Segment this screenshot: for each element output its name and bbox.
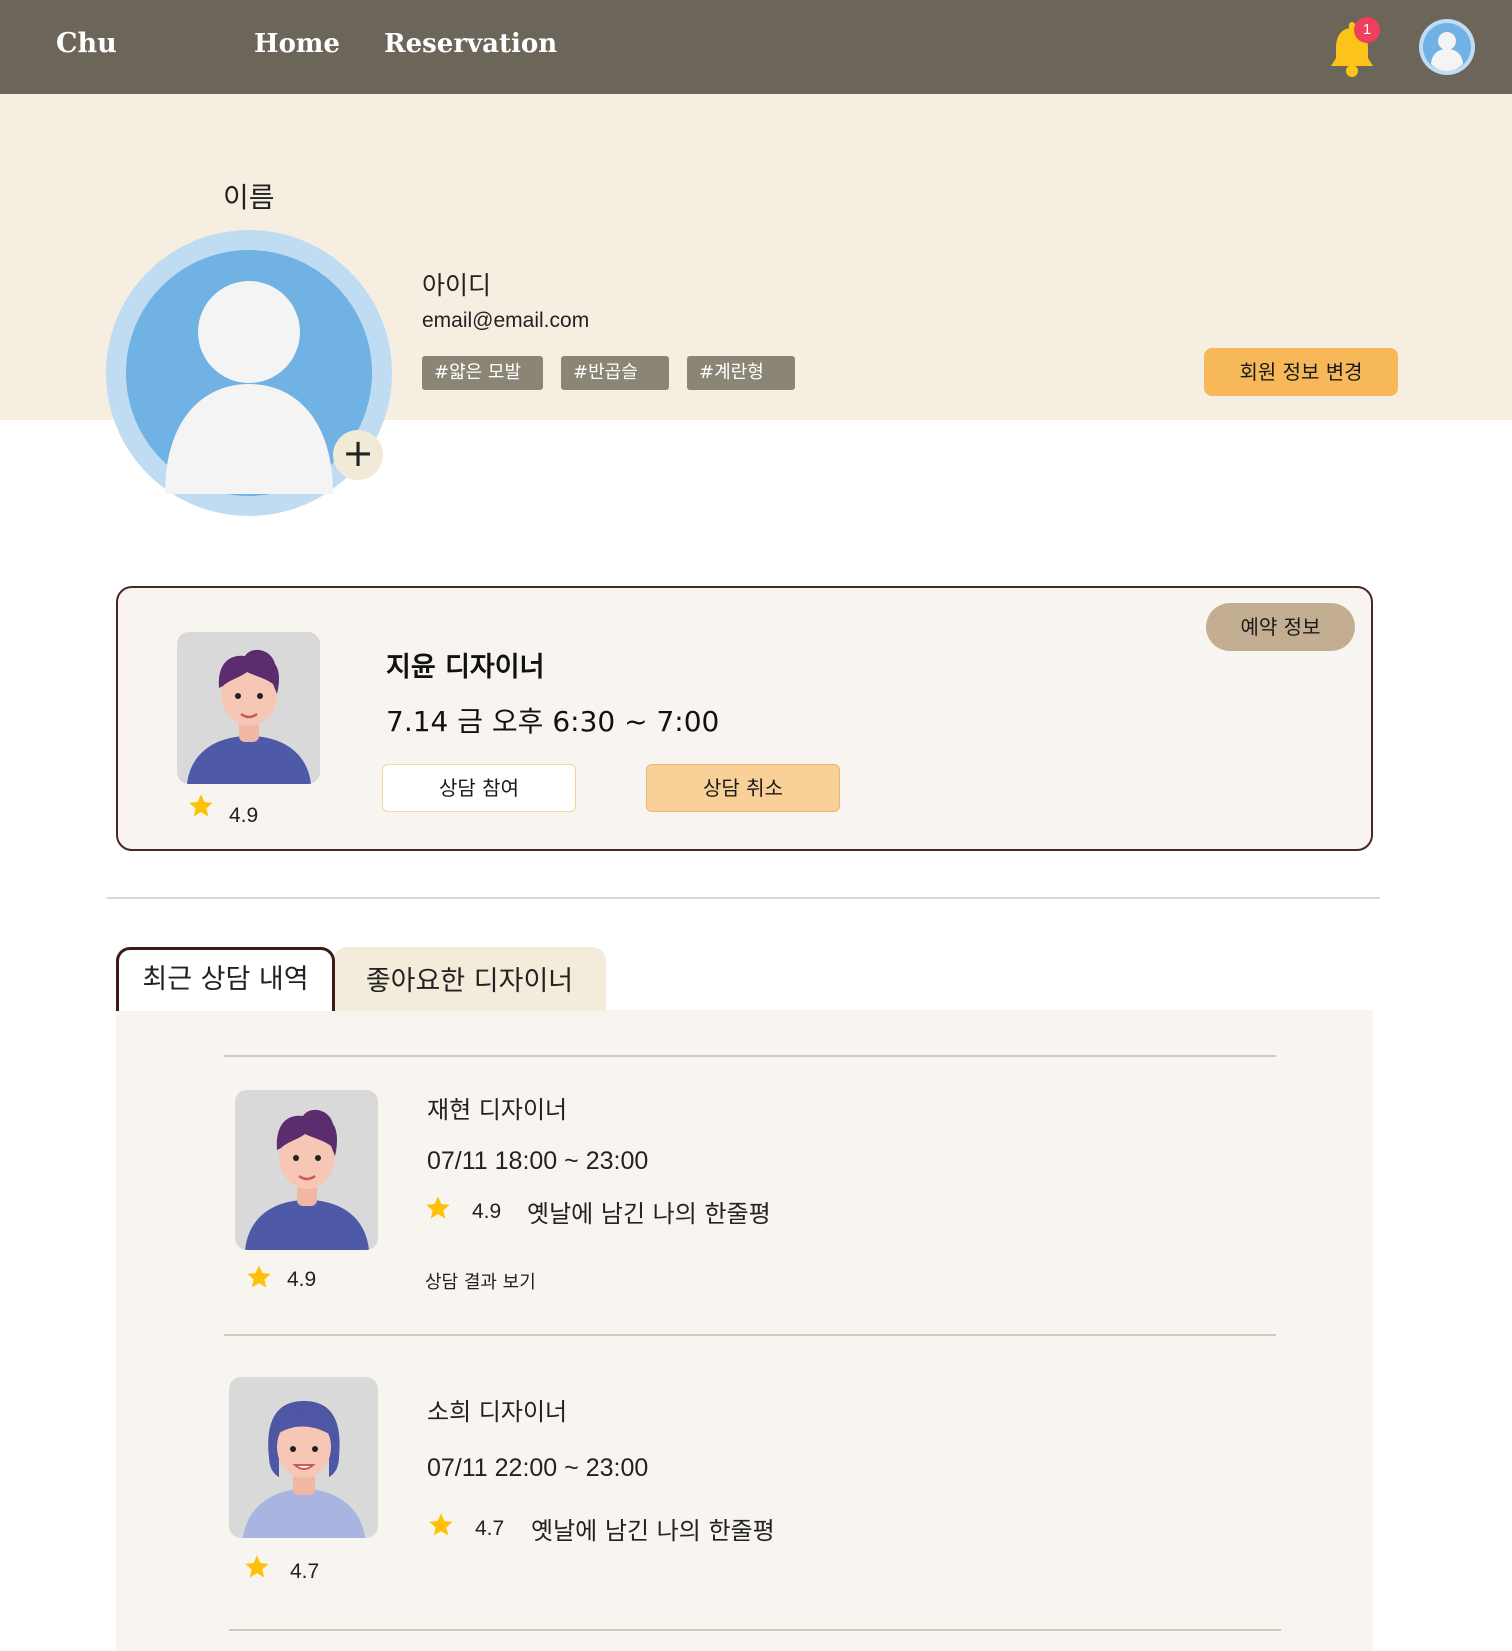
edit-profile-button[interactable]: 회원 정보 변경	[1204, 348, 1398, 396]
designer-rating: 4.7	[290, 1560, 320, 1583]
user-email: email@email.com	[422, 309, 590, 332]
tab-liked-designers[interactable]: 좋아요한 디자이너	[333, 947, 606, 1011]
top-navbar: Chu Home Reservation 1	[0, 0, 1512, 94]
hair-tag: #반곱슬	[561, 356, 669, 390]
designer-photo	[229, 1377, 378, 1538]
review-rating: 4.7	[475, 1517, 505, 1540]
brand-logo[interactable]: Chu	[56, 28, 117, 59]
history-designer-name: 소희 디자이너	[427, 1398, 568, 1426]
add-photo-button[interactable]: +	[333, 430, 383, 480]
reservation-time: 7.14 금 오후 6:30 ~ 7:00	[386, 705, 720, 738]
male-designer-avatar-icon	[187, 649, 311, 784]
face-tag: #계란형	[687, 356, 795, 390]
profile-name-label: 이름	[223, 181, 275, 214]
star-icon	[189, 794, 213, 817]
row-divider	[229, 1629, 1281, 1631]
row-divider	[224, 1055, 1276, 1057]
review-text: 옛날에 남긴 나의 한줄평	[531, 1517, 775, 1545]
user-id-label: 아이디	[422, 271, 492, 300]
review-text: 옛날에 남긴 나의 한줄평	[527, 1200, 771, 1228]
history-time: 07/11 18:00 ~ 23:00	[427, 1147, 649, 1175]
user-avatar-icon[interactable]	[1418, 18, 1476, 76]
cancel-consultation-button[interactable]: 상담 취소	[646, 764, 840, 812]
star-icon	[245, 1555, 269, 1578]
star-icon	[429, 1513, 453, 1536]
row-divider	[224, 1334, 1276, 1336]
review-rating: 4.9	[472, 1200, 502, 1223]
star-icon	[247, 1265, 271, 1288]
reservation-info-badge: 예약 정보	[1206, 603, 1355, 651]
star-icon	[426, 1196, 450, 1219]
section-divider	[107, 897, 1380, 899]
history-designer-name: 재현 디자이너	[427, 1096, 568, 1124]
designer-rating: 4.9	[287, 1268, 317, 1291]
nav-home-link[interactable]: Home	[254, 29, 340, 59]
nav-reservation-link[interactable]: Reservation	[384, 29, 557, 59]
reservation-designer-name: 지윤 디자이너	[386, 652, 545, 683]
designer-photo	[177, 632, 320, 784]
view-consultation-result-link[interactable]: 상담 결과 보기	[425, 1268, 536, 1294]
notification-badge: 1	[1354, 17, 1380, 43]
tab-recent-consultations[interactable]: 최근 상담 내역	[116, 947, 335, 1011]
designer-rating: 4.9	[229, 804, 259, 827]
male-designer-avatar-icon	[245, 1109, 369, 1250]
designer-photo	[235, 1090, 378, 1250]
female-designer-avatar-icon	[243, 1401, 365, 1538]
hair-tag: #얇은 모발	[422, 356, 543, 390]
history-time: 07/11 22:00 ~ 23:00	[427, 1454, 649, 1482]
join-consultation-button[interactable]: 상담 참여	[382, 764, 576, 812]
